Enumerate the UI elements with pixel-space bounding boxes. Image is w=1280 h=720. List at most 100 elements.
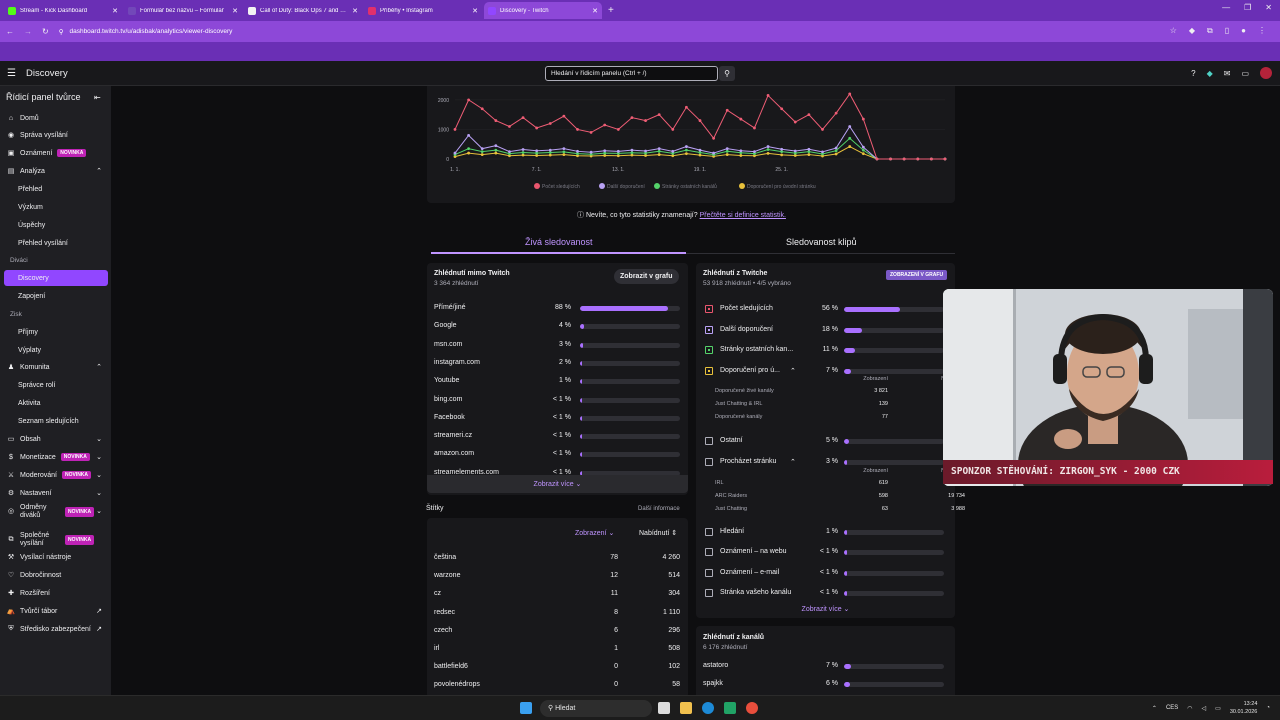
source-checkbox[interactable] — [705, 346, 713, 354]
data-point[interactable] — [521, 151, 525, 154]
clock[interactable]: 13:24 30.01.2026 — [1230, 700, 1258, 716]
data-point[interactable] — [508, 125, 511, 128]
data-point[interactable] — [480, 107, 484, 111]
chevron-icon[interactable]: ⌄ — [96, 453, 102, 461]
data-point[interactable] — [671, 128, 675, 131]
data-point[interactable] — [834, 111, 838, 115]
data-point[interactable] — [576, 128, 579, 131]
sidebar-item[interactable]: $ Monetizace NOVINKA ⌄ — [4, 449, 108, 465]
data-point[interactable] — [848, 92, 852, 96]
chevron-icon[interactable]: ⌃ — [96, 167, 102, 175]
bits-icon[interactable]: ◆ — [1207, 69, 1213, 78]
sidebar-item[interactable]: ⛨ Středisko zabezpečení ↗ — [4, 621, 108, 637]
data-point[interactable] — [494, 144, 498, 148]
data-point[interactable] — [548, 153, 552, 157]
data-point[interactable] — [494, 148, 498, 152]
data-point[interactable] — [725, 153, 729, 156]
data-point[interactable] — [943, 157, 947, 161]
data-point[interactable] — [766, 145, 770, 148]
data-point[interactable] — [508, 150, 511, 154]
task-view-icon[interactable] — [658, 702, 670, 714]
data-point[interactable] — [821, 150, 824, 154]
data-point[interactable] — [807, 113, 811, 117]
sidebar-item[interactable]: Zapojení — [4, 288, 108, 304]
chevron-icon[interactable]: ⌄ — [96, 471, 102, 479]
data-point[interactable] — [562, 147, 566, 151]
tab-clip-viewership[interactable]: Sledovanost klipů — [786, 237, 857, 247]
column-views[interactable]: Zobrazení ⌄ — [575, 529, 614, 537]
data-point[interactable] — [616, 149, 620, 153]
data-point[interactable] — [698, 119, 702, 122]
data-point[interactable] — [494, 151, 498, 155]
data-point[interactable] — [467, 151, 471, 155]
chevron-icon[interactable]: ⌄ — [96, 489, 102, 497]
data-point[interactable] — [480, 153, 484, 156]
data-point[interactable] — [766, 148, 770, 151]
tab-live-viewership[interactable]: Živá sledovanost — [525, 237, 593, 247]
data-point[interactable] — [793, 149, 797, 153]
data-point[interactable] — [657, 113, 661, 117]
extensions-puzzle-icon[interactable]: ⧉ — [1207, 26, 1213, 36]
extension-icon[interactable]: ◆ — [1189, 26, 1195, 36]
data-point[interactable] — [739, 154, 743, 157]
data-point[interactable] — [821, 128, 824, 131]
data-point[interactable] — [684, 145, 688, 148]
data-point[interactable] — [848, 136, 852, 140]
source-checkbox[interactable] — [705, 305, 713, 313]
data-point[interactable] — [793, 120, 797, 124]
sidebar-item[interactable]: Výzkum — [4, 199, 108, 215]
chevron-icon[interactable]: ⌃ — [96, 363, 102, 371]
data-point[interactable] — [712, 151, 716, 155]
data-point[interactable] — [766, 94, 770, 97]
close-tab-icon[interactable]: ✕ — [112, 7, 118, 15]
sidepanel-icon[interactable]: ▯ — [1225, 26, 1229, 36]
data-point[interactable] — [807, 153, 811, 156]
data-point[interactable] — [603, 149, 607, 153]
data-point[interactable] — [684, 105, 688, 109]
sidebar-item[interactable]: Aktivita — [4, 395, 108, 411]
data-point[interactable] — [725, 147, 729, 151]
column-offers[interactable]: Nabídnutí ⇕ — [639, 529, 677, 537]
source-row[interactable]: Hledání 1 % — [703, 524, 953, 542]
data-point[interactable] — [644, 119, 647, 122]
sidebar-item[interactable]: ⧉ Společné vysílání NOVINKA — [4, 530, 108, 550]
url-field[interactable]: ⚲ dashboard.twitch.tv/u/adisbak/analytic… — [59, 28, 233, 36]
source-checkbox[interactable] — [705, 325, 713, 334]
data-point[interactable] — [725, 149, 729, 153]
definitions-link[interactable]: Přečtěte si definice statistik. — [700, 212, 786, 219]
data-point[interactable] — [616, 128, 620, 131]
data-point[interactable] — [603, 123, 607, 127]
data-point[interactable] — [875, 157, 879, 161]
browser-tab[interactable]: Call of Duty: Black Ops 7 and C... ✕ — [244, 2, 362, 19]
sidebar-item[interactable]: ◎ Odměny diváků NOVINKA ⌄ — [4, 502, 108, 522]
sidebar-item[interactable]: ⚒ Vysílací nástroje — [4, 549, 108, 565]
tray-chevron-icon[interactable]: ⌃ — [1152, 705, 1157, 712]
data-point[interactable] — [467, 133, 471, 137]
help-icon[interactable]: ? — [1191, 69, 1195, 78]
edge-icon[interactable] — [702, 702, 714, 714]
chevron-icon[interactable]: ⌄ — [96, 435, 102, 443]
data-point[interactable] — [861, 145, 865, 149]
source-checkbox[interactable] — [705, 568, 713, 577]
data-point[interactable] — [834, 146, 838, 150]
sidebar-item[interactable]: ⚙ Nastavení ⌄ — [4, 485, 108, 501]
notification-icon[interactable]: ◔ — [1266, 705, 1270, 711]
sidebar-item[interactable]: Seznam sledujících — [4, 413, 108, 429]
browser-tab[interactable]: Formulář bez názvu – Formulář ✕ — [124, 2, 242, 19]
sidebar-item[interactable]: Discovery — [4, 270, 108, 286]
source-checkbox[interactable] — [705, 548, 713, 557]
data-point[interactable] — [521, 148, 525, 151]
collapse-sidebar-icon[interactable]: ⇤ — [94, 93, 101, 102]
data-point[interactable] — [467, 147, 471, 151]
data-point[interactable] — [657, 149, 661, 153]
data-point[interactable] — [834, 149, 838, 153]
data-point[interactable] — [861, 148, 865, 152]
data-point[interactable] — [480, 150, 484, 154]
legend-item[interactable]: Stránky ostatních kanálů — [654, 183, 717, 190]
data-point[interactable] — [657, 147, 661, 151]
hamburger-menu-icon[interactable]: ☰ — [7, 68, 16, 79]
sidebar-item[interactable]: ⌂ Domů — [4, 110, 108, 126]
data-point[interactable] — [780, 147, 784, 151]
data-point[interactable] — [494, 119, 498, 122]
forward-icon[interactable]: → — [24, 27, 32, 36]
